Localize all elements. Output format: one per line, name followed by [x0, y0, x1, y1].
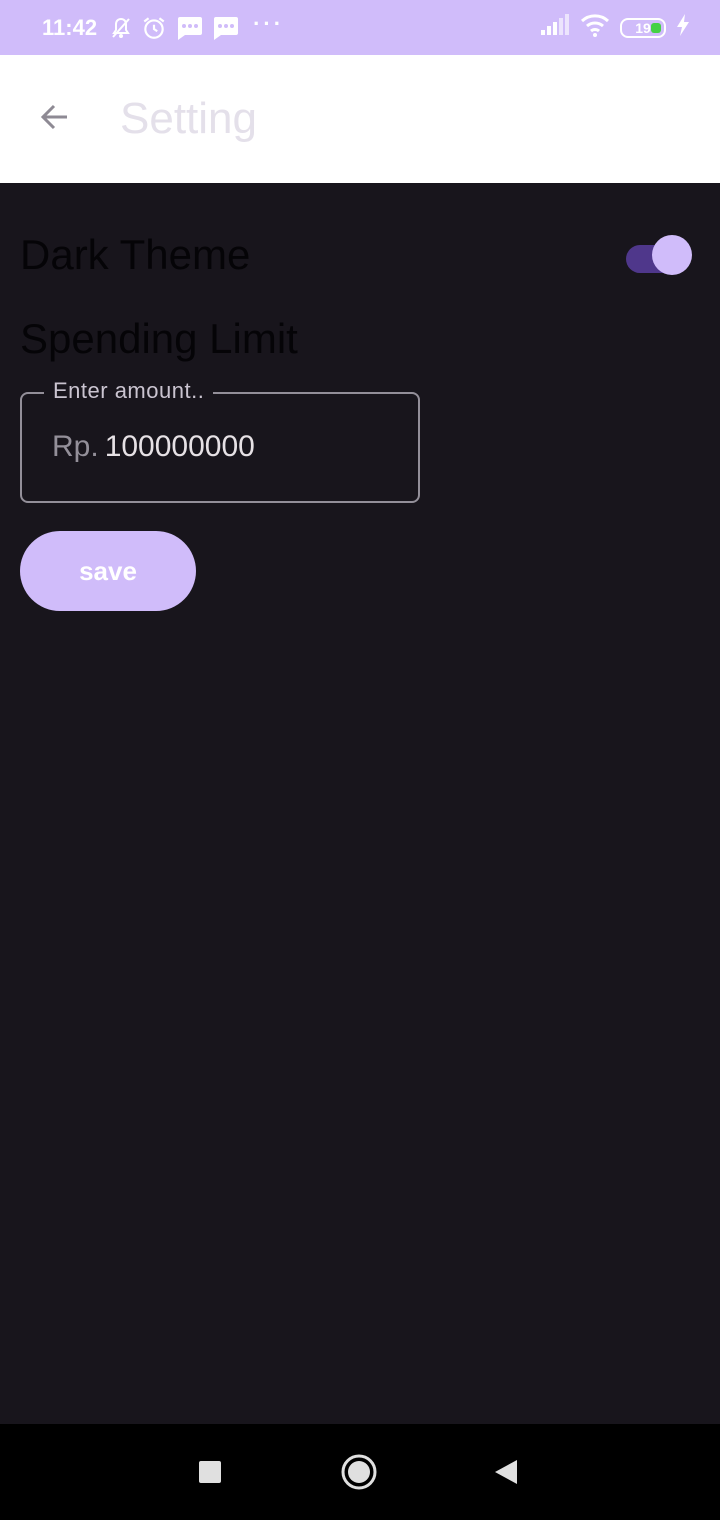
- status-time: 11:42: [42, 14, 98, 40]
- back-button[interactable]: [27, 91, 83, 147]
- message-icon: [211, 15, 239, 41]
- wifi-icon: [580, 13, 610, 42]
- currency-prefix: Rp.: [52, 430, 99, 463]
- status-more-icon: ···: [253, 10, 285, 36]
- home-icon[interactable]: [337, 1450, 381, 1494]
- battery-icon: 19: [620, 17, 666, 38]
- recent-apps-icon[interactable]: [188, 1450, 232, 1494]
- settings-content: Dark Theme Spending Limit Enter amount..…: [0, 183, 720, 1424]
- charging-icon: [676, 14, 690, 41]
- navigation-bar: [0, 1424, 720, 1520]
- battery-level: 19: [635, 19, 651, 36]
- back-icon[interactable]: [484, 1450, 528, 1494]
- toggle-thumb: [652, 235, 692, 275]
- bell-off-icon: [109, 16, 133, 40]
- dark-theme-label: Dark Theme: [20, 231, 251, 278]
- amount-value[interactable]: 100000000: [105, 430, 255, 464]
- status-bar: 11:42 ··· 19: [0, 0, 720, 55]
- alarm-icon: [141, 15, 167, 41]
- battery-fill: [651, 22, 661, 33]
- amount-field-row: Rp. 100000000: [52, 430, 255, 464]
- page-title: Setting: [120, 94, 257, 143]
- arrow-left-icon: [37, 99, 73, 140]
- spending-limit-label: Spending Limit: [20, 315, 298, 362]
- signal-icon: [540, 14, 570, 41]
- app-bar: Setting: [0, 55, 720, 183]
- amount-field-label: Enter amount..: [44, 378, 214, 404]
- status-notification-icons: [109, 15, 239, 41]
- amount-input[interactable]: Enter amount.. Rp. 100000000: [20, 378, 420, 503]
- status-system-icons: 19: [540, 13, 690, 42]
- dark-theme-row: Dark Theme: [20, 225, 692, 285]
- save-button[interactable]: save: [20, 531, 196, 611]
- dark-theme-toggle[interactable]: [626, 235, 692, 275]
- message-icon: [175, 15, 203, 41]
